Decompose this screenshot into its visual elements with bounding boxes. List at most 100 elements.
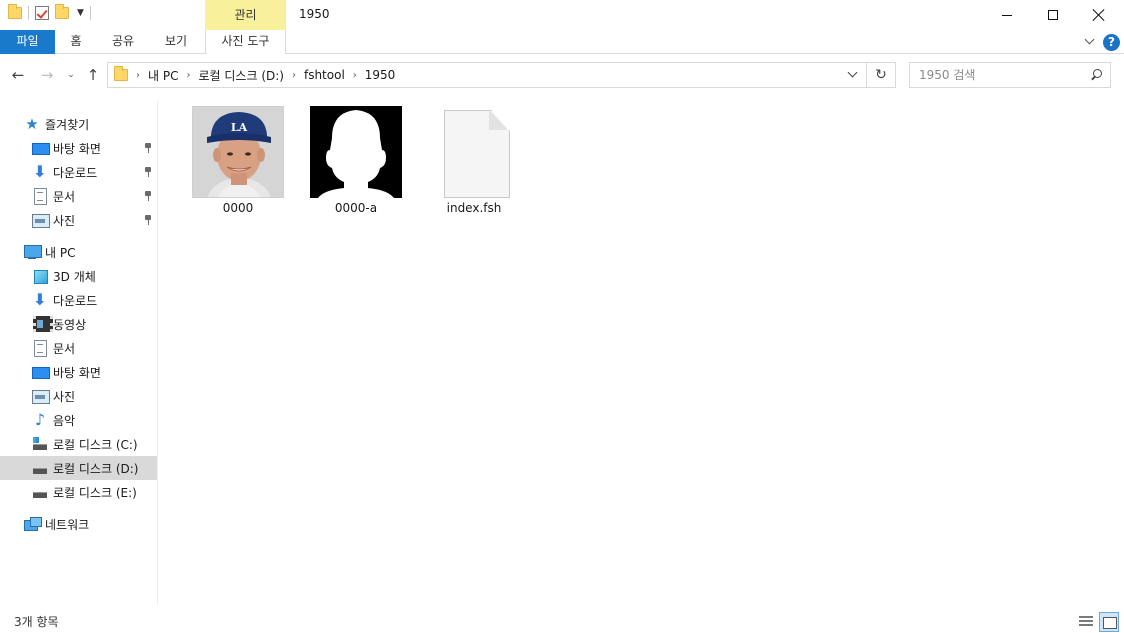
properties-icon[interactable] xyxy=(35,6,49,20)
nav-label: 사진 xyxy=(53,389,76,404)
nav-videos[interactable]: 동영상 xyxy=(0,312,157,336)
nav-label: 즐겨찾기 xyxy=(45,117,90,132)
file-item[interactable]: index.fsh xyxy=(415,106,523,218)
nav-quick-downloads[interactable]: ⬇ 다운로드 xyxy=(0,160,157,184)
nav-label: 네트워크 xyxy=(45,517,90,532)
status-bar: 3개 항목 xyxy=(0,607,1124,633)
nav-pictures[interactable]: 사진 xyxy=(0,384,157,408)
nav-music[interactable]: ♪ 음악 xyxy=(0,408,157,432)
nav-network[interactable]: 네트워크 xyxy=(0,512,157,536)
nav-drive-c[interactable]: 로컬 디스크 (C:) xyxy=(0,432,157,456)
file-name: 0000 xyxy=(222,201,254,215)
chevron-right-icon[interactable]: › xyxy=(292,70,296,81)
minimize-button[interactable] xyxy=(984,0,1030,30)
up-button[interactable]: ↑ xyxy=(84,66,102,84)
nav-label: 내 PC xyxy=(45,245,76,260)
chevron-right-icon[interactable]: › xyxy=(136,70,140,81)
nav-label: 바탕 화면 xyxy=(53,365,101,380)
nav-label: 로컬 디스크 (D:) xyxy=(53,461,139,476)
tab-picture-tools[interactable]: 사진 도구 xyxy=(205,30,286,54)
arrow-left-icon: ← xyxy=(11,66,25,84)
nav-quick-desktop[interactable]: 바탕 화면 xyxy=(0,136,157,160)
nav-quick-documents[interactable]: 문서 xyxy=(0,184,157,208)
nav-documents[interactable]: 문서 xyxy=(0,336,157,360)
back-button[interactable]: ← xyxy=(8,66,28,84)
drive-icon xyxy=(32,460,48,476)
customize-toolbar-icon[interactable]: ▼ xyxy=(77,8,84,18)
tab-view[interactable]: 보기 xyxy=(157,30,195,54)
nav-quick-pictures[interactable]: 사진 xyxy=(0,208,157,232)
drive-icon xyxy=(32,484,48,500)
desktop-icon xyxy=(32,364,50,380)
nav-label: 로컬 디스크 (C:) xyxy=(53,437,138,452)
nav-this-pc[interactable]: 내 PC xyxy=(0,240,157,264)
nav-downloads[interactable]: ⬇ 다운로드 xyxy=(0,288,157,312)
nav-desktop[interactable]: 바탕 화면 xyxy=(0,360,157,384)
tab-share[interactable]: 공유 xyxy=(104,30,142,54)
computer-icon xyxy=(24,244,42,260)
nav-label: 다운로드 xyxy=(53,165,98,180)
help-icon[interactable]: ? xyxy=(1103,34,1120,51)
nav-quick-access[interactable]: ★ 즐겨찾기 xyxy=(0,112,157,136)
search-input[interactable] xyxy=(919,63,1089,87)
breadcrumb-this-pc[interactable]: 내 PC xyxy=(148,67,178,84)
close-button[interactable] xyxy=(1076,0,1122,30)
nav-label: 로컬 디스크 (E:) xyxy=(53,485,137,500)
file-name: index.fsh xyxy=(446,201,502,215)
recent-locations-button[interactable]: ⌄ xyxy=(64,66,78,84)
breadcrumb-1950[interactable]: 1950 xyxy=(365,68,396,82)
document-icon xyxy=(32,188,48,205)
large-icons-view-icon[interactable] xyxy=(1099,612,1119,632)
pictures-icon xyxy=(32,212,50,228)
maximize-button[interactable] xyxy=(1030,0,1076,30)
close-icon xyxy=(1093,9,1105,21)
file-name: 0000-a xyxy=(334,201,378,215)
alpha-mask-image xyxy=(310,106,402,198)
pictures-icon xyxy=(32,388,50,404)
portrait-image: LA xyxy=(193,107,283,197)
folder-icon xyxy=(114,66,128,81)
navigation-pane: ★ 즐겨찾기 바탕 화면 ⬇ 다운로드 문서 사진 내 PC 3D 개체 ⬇ 다… xyxy=(0,100,158,605)
generic-file-icon xyxy=(444,110,508,196)
arrow-up-icon: ↑ xyxy=(86,66,100,84)
nav-label: 문서 xyxy=(53,341,76,356)
folder-icon[interactable] xyxy=(8,4,22,19)
search-icon[interactable] xyxy=(1090,69,1102,81)
pin-icon xyxy=(144,191,152,201)
refresh-button[interactable]: ↻ xyxy=(867,62,896,88)
photo-thumbnail: LA xyxy=(192,106,284,198)
chevron-down-icon: ⌄ xyxy=(67,70,75,80)
tab-file[interactable]: 파일 xyxy=(0,30,55,54)
details-view-icon[interactable] xyxy=(1077,614,1095,630)
nav-drive-d[interactable]: 로컬 디스크 (D:) xyxy=(0,456,157,480)
breadcrumb-fshtool[interactable]: fshtool xyxy=(304,68,345,82)
star-icon: ★ xyxy=(25,115,39,133)
nav-3d-objects[interactable]: 3D 개체 xyxy=(0,264,157,288)
nav-drive-e[interactable]: 로컬 디스크 (E:) xyxy=(0,480,157,504)
nav-label: 사진 xyxy=(53,213,76,228)
address-bar[interactable]: › 내 PC › 로컬 디스크 (D:) › fshtool › 1950 xyxy=(107,62,867,88)
forward-button[interactable]: → xyxy=(37,66,57,84)
nav-label: 바탕 화면 xyxy=(53,141,101,156)
tab-home[interactable]: 홈 xyxy=(62,30,90,54)
search-box[interactable] xyxy=(909,62,1111,88)
mask-thumbnail xyxy=(310,106,402,198)
chevron-right-icon[interactable]: › xyxy=(353,70,357,81)
document-icon xyxy=(32,340,48,357)
video-icon xyxy=(32,316,53,332)
arrow-right-icon: → xyxy=(40,66,54,84)
desktop-icon xyxy=(32,140,50,156)
music-note-icon: ♪ xyxy=(34,410,46,429)
chevron-right-icon[interactable]: › xyxy=(186,70,190,81)
file-item[interactable]: LA 0000 xyxy=(179,106,287,218)
download-icon: ⬇ xyxy=(33,162,47,181)
file-item[interactable]: 0000-a xyxy=(297,106,405,218)
file-list[interactable]: LA 0000 0000-a index.fsh xyxy=(159,100,1124,605)
new-folder-icon[interactable] xyxy=(55,4,69,19)
expand-ribbon-icon[interactable] xyxy=(1084,35,1096,47)
svg-text:LA: LA xyxy=(231,121,248,134)
breadcrumb-drive-d[interactable]: 로컬 디스크 (D:) xyxy=(198,67,283,84)
address-history-dropdown-icon[interactable] xyxy=(846,68,860,82)
nav-label: 동영상 xyxy=(53,317,87,332)
nav-label: 다운로드 xyxy=(53,293,98,308)
